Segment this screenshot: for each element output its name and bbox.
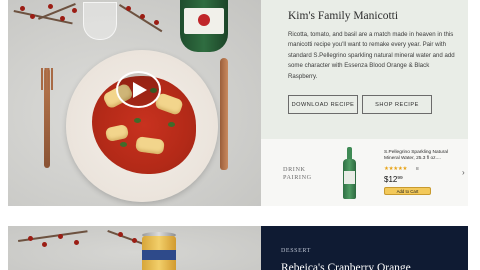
berry-decoration <box>28 236 33 241</box>
shop-recipe-button[interactable]: SHOP RECIPE <box>362 95 432 114</box>
price-dollars: $12 <box>384 175 398 184</box>
price-cents: 99 <box>397 176 403 181</box>
berry-decoration <box>154 20 159 25</box>
recipe-card-manicotti: Kim's Family Manicotti Ricotta, tomato, … <box>8 0 468 206</box>
bottle-label <box>344 171 355 184</box>
download-recipe-button[interactable]: DOWNLOAD RECIPE <box>288 95 358 114</box>
berry-decoration <box>140 14 145 19</box>
berry-decoration <box>30 14 35 19</box>
play-button[interactable] <box>116 71 161 108</box>
fork-tines <box>41 68 53 90</box>
recipe-description: Ricotta, tomato, and basil are a match m… <box>288 31 455 80</box>
recipe-category: DESSERT <box>281 248 311 254</box>
berry-decoration <box>48 4 53 9</box>
chevron-right-icon[interactable]: › <box>462 168 465 177</box>
bottle-logo <box>198 14 210 26</box>
twig-decoration <box>107 230 146 246</box>
page: Kim's Family Manicotti Ricotta, tomato, … <box>0 0 480 270</box>
twig-decoration <box>38 3 76 20</box>
rating-stars-icon: ★★★★★ <box>384 166 408 172</box>
berry-decoration <box>20 6 25 11</box>
product-image[interactable] <box>343 147 356 199</box>
basil-leaf <box>134 118 141 123</box>
drink-pairing-label-line1: DRINK <box>283 166 306 173</box>
product-name-link[interactable]: S.Pellegrino Sparkling Natural Mineral W… <box>384 150 456 163</box>
berry-decoration <box>74 240 79 245</box>
berry-decoration <box>72 8 77 13</box>
recipe-info-panel: Kim's Family Manicotti Ricotta, tomato, … <box>261 0 468 206</box>
berry-decoration <box>126 6 131 11</box>
berry-decoration <box>132 238 137 243</box>
berry-decoration <box>118 232 123 237</box>
rating-count[interactable]: 8 <box>416 167 419 172</box>
play-icon <box>133 81 147 98</box>
add-to-cart-button[interactable]: Add to Cart <box>384 187 431 195</box>
recipe-card-cranberry: DESSERT Rebeica's Cranberry Orange <box>8 226 468 270</box>
product-price: $1299 <box>384 175 403 184</box>
recipe-video-thumbnail[interactable] <box>8 0 261 206</box>
recipe-title: Kim's Family Manicotti <box>288 10 399 22</box>
recipe-image[interactable] <box>8 226 261 270</box>
recipe-info-panel-dark: DESSERT Rebeica's Cranberry Orange <box>261 226 468 270</box>
drink-pairing-label: DRINK PAIRING <box>283 166 312 181</box>
berry-decoration <box>60 16 65 21</box>
berry-decoration <box>58 234 63 239</box>
basil-leaf <box>168 122 175 127</box>
knife <box>220 58 228 170</box>
can-band <box>142 250 176 260</box>
recipe-title: Rebeica's Cranberry Orange <box>281 262 411 270</box>
drink-pairing-label-line2: PAIRING <box>283 173 312 181</box>
water-glass <box>83 2 117 40</box>
basil-leaf <box>120 142 127 147</box>
berry-decoration <box>42 242 47 247</box>
drink-pairing-panel: DRINK PAIRING S.Pellegrino Sparkling Nat… <box>261 139 468 206</box>
